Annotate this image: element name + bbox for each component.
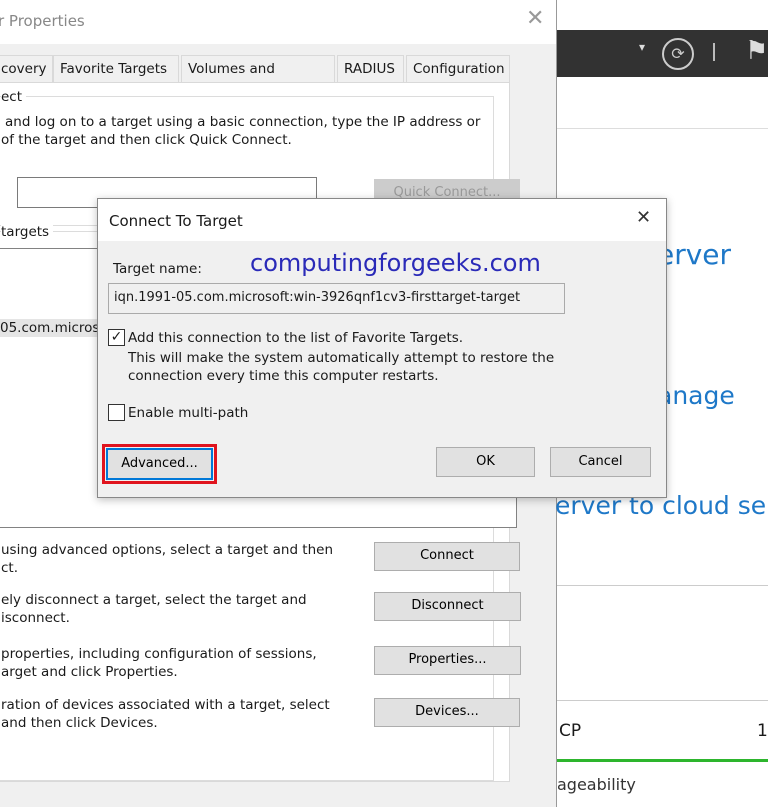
divider	[557, 128, 768, 129]
properties-button[interactable]: Properties...	[374, 646, 521, 675]
add-servers-link[interactable]: anage	[657, 380, 735, 412]
quick-connect-group-label: ect	[1, 88, 27, 106]
tab-volumes-devices[interactable]: Volumes and Devices	[181, 55, 335, 103]
connect-to-target-dialog: Connect To Target ✕ Target name: computi…	[97, 198, 667, 498]
target-name-label: Target name:	[113, 261, 202, 277]
configure-server-link[interactable]: erver	[657, 238, 731, 272]
multipath-checkbox[interactable]	[108, 404, 125, 421]
table-row[interactable]: 05.com.microso	[0, 319, 112, 337]
role-tile-count: 1	[757, 721, 768, 741]
cancel-button[interactable]: Cancel	[550, 447, 651, 477]
status-bar	[557, 759, 768, 762]
quick-connect-desc: and log on to a target using a basic con…	[5, 114, 481, 130]
disconnect-desc: isconnect.	[1, 610, 70, 626]
disconnect-button[interactable]: Disconnect	[374, 592, 521, 621]
connect-desc: ct.	[1, 560, 19, 576]
divider	[557, 700, 768, 701]
quick-connect-desc: of the target and then click Quick Conne…	[1, 132, 292, 148]
favorite-desc: This will make the system automatically …	[128, 350, 555, 366]
window-title: r Properties	[0, 12, 85, 30]
title-bar: r Properties ✕	[0, 0, 556, 44]
ok-button[interactable]: OK	[436, 447, 535, 477]
favorite-label[interactable]: Add this connection to the list of Favor…	[128, 329, 463, 347]
properties-desc: arget and click Properties.	[1, 664, 178, 680]
devices-desc: ration of devices associated with a targ…	[1, 697, 330, 713]
dropdown-arrow-icon[interactable]: ▾	[639, 40, 645, 54]
role-tile-label[interactable]: CP	[559, 720, 581, 742]
refresh-icon[interactable]: ⟳	[662, 38, 694, 70]
tab-configuration[interactable]: Configuration	[406, 55, 510, 82]
target-name-field[interactable]: iqn.1991-05.com.microsoft:win-3926qnf1cv…	[108, 283, 565, 314]
tab-favorite-targets[interactable]: Favorite Targets	[53, 55, 179, 82]
devices-desc: and then click Devices.	[1, 715, 158, 731]
close-icon[interactable]: ✕	[636, 207, 651, 228]
separator	[713, 43, 715, 61]
tab-discovery[interactable]: covery	[0, 55, 53, 82]
watermark: computingforgeeks.com	[250, 249, 541, 277]
dialog-title: Connect To Target	[109, 212, 243, 230]
divider	[557, 585, 768, 586]
connect-button[interactable]: Connect	[374, 542, 520, 571]
dialog-title-bar: Connect To Target ✕	[98, 199, 666, 241]
favorite-desc: connection every time this computer rest…	[128, 368, 439, 384]
manageability-label[interactable]: ageability	[557, 774, 636, 796]
favorite-checkbox[interactable]: ✓	[108, 329, 125, 346]
close-icon[interactable]: ✕	[526, 6, 544, 31]
tab-radius[interactable]: RADIUS	[337, 55, 404, 82]
server-manager-header: ▾ ⟳ ⚑	[557, 30, 768, 77]
flag-icon[interactable]: ⚑	[745, 36, 768, 66]
devices-button[interactable]: Devices...	[374, 698, 520, 727]
disconnect-desc: ely disconnect a target, select the targ…	[1, 592, 307, 608]
properties-desc: properties, including configuration of s…	[1, 646, 317, 662]
advanced-button[interactable]: Advanced...	[106, 448, 213, 480]
connect-desc: using advanced options, select a target …	[1, 542, 334, 558]
multipath-label[interactable]: Enable multi-path	[128, 404, 248, 422]
discovered-targets-label: targets	[1, 223, 54, 241]
